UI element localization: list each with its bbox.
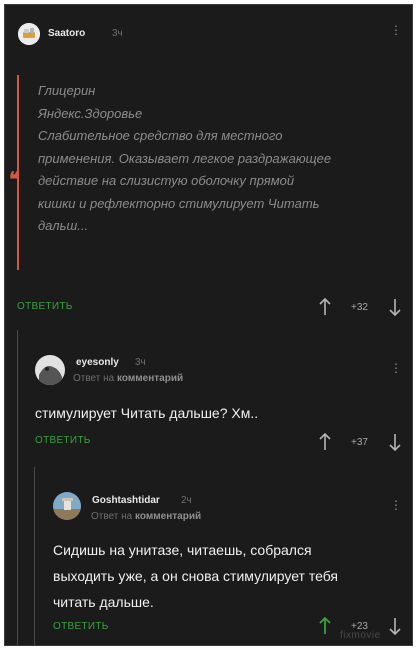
username[interactable]: Saatoro: [48, 28, 85, 39]
comment-text: стимулирует Читать дальше? Хм..: [35, 405, 259, 421]
avatar-image-icon: [53, 492, 81, 520]
reply-button[interactable]: ОТВЕТИТЬ: [17, 301, 73, 312]
comment-text: Сидишь на унитазе, читаешь, собрался вых…: [53, 537, 408, 615]
quote-line: Яндекс.Здоровье: [38, 105, 143, 121]
upvote-icon[interactable]: [318, 617, 332, 635]
avatar[interactable]: [18, 23, 40, 45]
comment-thread: Saatoro 3ч · · · ❝ Глицерин Яндекс.Здоровь…: [4, 4, 413, 646]
downvote-icon[interactable]: [388, 298, 402, 316]
reply-to-link[interactable]: комментарий: [117, 373, 183, 384]
comment-line: читать дальше.: [53, 594, 154, 610]
more-options-icon[interactable]: · · ·: [391, 493, 401, 515]
thread-line: [17, 330, 18, 645]
reply-to-label: Ответ на: [73, 373, 115, 384]
reply-button[interactable]: ОТВЕТИТЬ: [35, 435, 91, 446]
downvote-icon[interactable]: [388, 617, 402, 635]
upvote-icon[interactable]: [318, 433, 332, 451]
quote-mark-icon: ❝: [9, 167, 20, 191]
username[interactable]: Goshtashtidar: [92, 495, 160, 506]
reply-to: Ответ на комментарий: [91, 511, 201, 522]
more-options-icon[interactable]: · · ·: [391, 356, 401, 378]
quote-line: кишки и рефлекторно стимулирует Читать: [38, 195, 320, 211]
avatar-image-icon: [18, 23, 40, 45]
quoted-text: Глицерин Яндекс.Здоровье Слабительное ср…: [38, 80, 408, 238]
vote-score: +32: [351, 302, 368, 313]
downvote-icon[interactable]: [388, 433, 402, 451]
upvote-icon[interactable]: [318, 298, 332, 316]
reply-button[interactable]: ОТВЕТИТЬ: [53, 621, 109, 632]
quote-line: действие на слизистую оболочку прямой: [38, 173, 295, 188]
comment-line: Сидишь на унитазе, читаешь, собрался: [53, 542, 312, 558]
avatar[interactable]: [53, 492, 81, 520]
vote-score: +37: [351, 437, 368, 448]
reply-to-label: Ответ на: [91, 511, 133, 522]
quote-line: дальш...: [38, 218, 89, 233]
quote-line: применения. Оказывает легкое раздражающе…: [38, 150, 332, 166]
quote-line: Слабительное средство для местного: [38, 128, 283, 143]
avatar[interactable]: [35, 355, 65, 385]
avatar-image-icon: [35, 355, 65, 385]
quote-line: Глицерин: [38, 83, 96, 98]
comment-line: выходить уже, а он снова стимулирует теб…: [53, 568, 339, 584]
reply-to-link[interactable]: комментарий: [135, 511, 201, 522]
watermark: fixmovie: [340, 630, 381, 641]
thread-line: [34, 467, 35, 645]
username[interactable]: eyesonly: [76, 357, 119, 368]
timestamp: 3ч: [112, 28, 123, 39]
more-options-icon[interactable]: · · ·: [391, 18, 401, 40]
timestamp: 3ч: [135, 357, 146, 368]
reply-to: Ответ на комментарий: [73, 373, 183, 384]
timestamp: 2ч: [181, 495, 192, 506]
